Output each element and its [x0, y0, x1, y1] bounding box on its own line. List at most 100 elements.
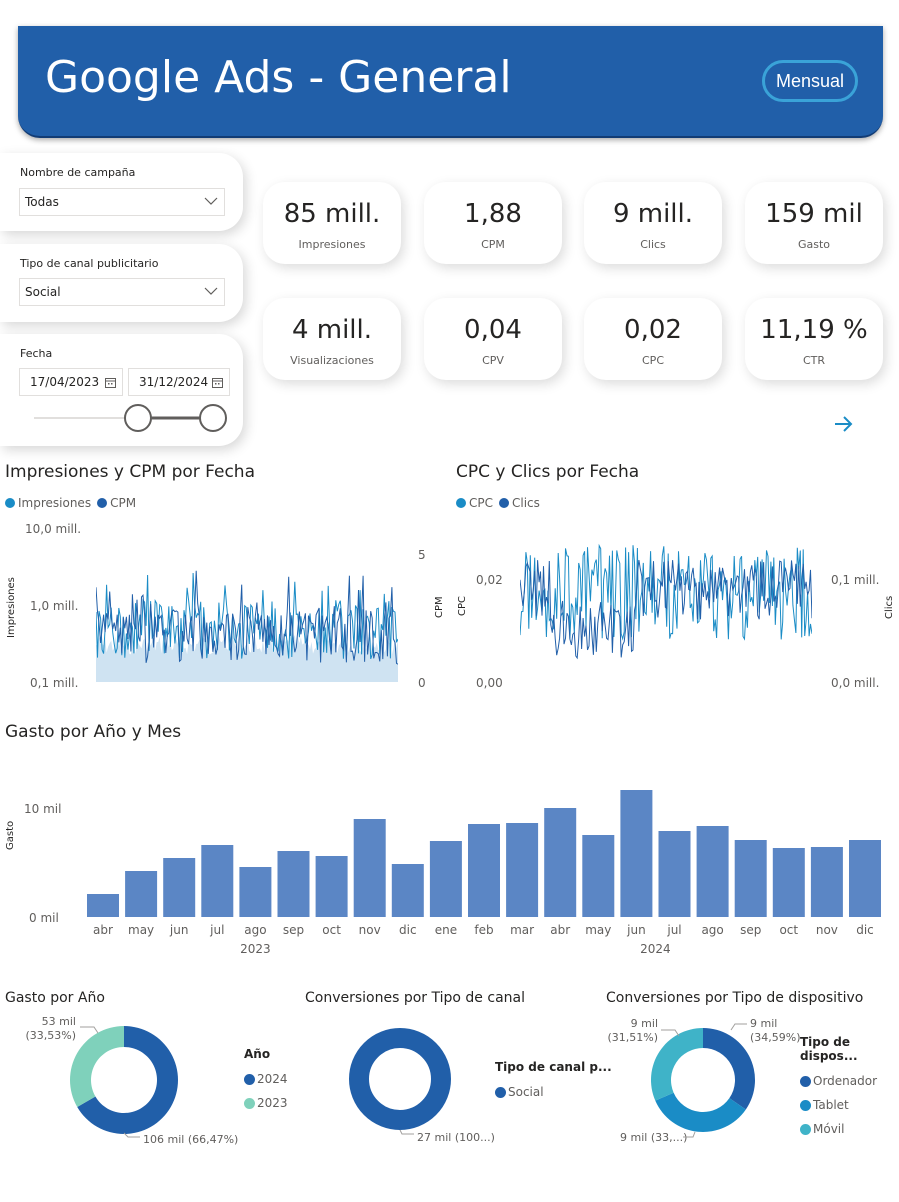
bar[interactable]	[772, 848, 805, 917]
kpi-label: Impresiones	[298, 238, 366, 251]
legend-item-social[interactable]: Social	[495, 1080, 612, 1104]
legend-item-mobile[interactable]: Móvil	[800, 1117, 899, 1141]
slider-end-handle[interactable]	[199, 404, 227, 432]
legend-label: Social	[508, 1085, 544, 1099]
y-tick: 0 mil	[29, 911, 59, 925]
leader-line	[80, 1026, 99, 1034]
legend-item-cpc[interactable]: CPC	[456, 496, 493, 510]
bar[interactable]	[506, 823, 539, 917]
kpi-value: 0,02	[624, 315, 682, 345]
kpi-label: CPC	[642, 354, 664, 367]
bar[interactable]	[163, 858, 196, 917]
bar[interactable]	[468, 824, 500, 917]
y-axis-title: Gasto	[5, 820, 16, 850]
y-right-tick: 0	[418, 676, 426, 690]
spend-bar-chart: abr may jun jul ago sep oct nov dic ene feb mar abr m…	[87, 790, 881, 956]
campaign-dropdown-value: Todas	[25, 195, 59, 209]
end-date-value: 31/12/2024	[139, 375, 209, 389]
legend-dot	[499, 498, 509, 508]
kpi-value: 0,04	[464, 315, 522, 345]
legend-dot	[800, 1123, 811, 1135]
legend-label: CPC	[469, 496, 493, 510]
y-left-tick: 0,00	[476, 676, 503, 690]
bar[interactable]	[277, 851, 310, 917]
arrow-right-icon[interactable]	[832, 413, 854, 435]
donut-slice[interactable]	[651, 1028, 703, 1101]
date-range-slider[interactable]	[30, 404, 230, 434]
device-legend: Tipo de dispos... Ordenador Tablet Móvil	[800, 1035, 899, 1141]
bar[interactable]	[391, 864, 424, 917]
legend-item-cpm[interactable]: CPM	[97, 496, 136, 510]
x-tick-label: sep	[740, 923, 761, 937]
legend-item-desktop[interactable]: Ordenador	[800, 1069, 899, 1093]
x-tick-label: jul	[666, 923, 681, 937]
y-right-tick: 5	[418, 548, 426, 562]
date-filter-card: Fecha 17/04/2023 31/12/2024	[0, 334, 243, 446]
leader-line	[661, 1029, 680, 1037]
bar[interactable]	[696, 826, 729, 917]
channel-dropdown-value: Social	[25, 285, 61, 299]
chevron-down-icon	[204, 287, 218, 295]
slice-data-label: 53 mil	[42, 1015, 76, 1028]
channel-filter-label: Tipo de canal publicitario	[20, 257, 159, 270]
channel-filter-card: Tipo de canal publicitario Social	[0, 244, 243, 322]
bar[interactable]	[429, 841, 462, 917]
legend-item-clicks[interactable]: Clics	[499, 496, 540, 510]
spend-chart-title: Gasto por Año y Mes	[5, 722, 182, 742]
bar[interactable]	[658, 831, 691, 917]
year-legend: Año 2024 2023	[244, 1047, 288, 1115]
legend-item-tablet[interactable]: Tablet	[800, 1093, 899, 1117]
start-date-value: 17/04/2023	[30, 375, 100, 389]
kpi-ctr: 11,19 % CTR	[745, 298, 883, 380]
bar[interactable]	[544, 808, 577, 917]
bar[interactable]	[620, 790, 653, 917]
donut-slice[interactable]	[703, 1028, 755, 1110]
slider-start-handle[interactable]	[124, 404, 152, 432]
kpi-label: Visualizaciones	[290, 354, 374, 367]
y-left-axis-title: CPC	[457, 596, 468, 616]
page-header: Google Ads - General Mensual	[18, 26, 883, 138]
start-date-input[interactable]: 17/04/2023	[19, 368, 123, 396]
legend-item-2024[interactable]: 2024	[244, 1067, 288, 1091]
legend-title: Tipo de dispos...	[800, 1035, 858, 1063]
monthly-button[interactable]: Mensual	[762, 60, 858, 102]
year-label: 2023	[240, 942, 271, 956]
x-tick-label: ene	[435, 923, 457, 937]
bar[interactable]	[734, 840, 767, 917]
bar[interactable]	[315, 856, 348, 917]
kpi-value: 159 mil	[765, 199, 863, 229]
channel-dropdown[interactable]: Social	[19, 278, 225, 306]
bar[interactable]	[810, 847, 843, 917]
bar[interactable]	[239, 867, 272, 917]
campaign-dropdown[interactable]: Todas	[19, 188, 225, 216]
bar[interactable]	[582, 835, 615, 917]
bar[interactable]	[353, 819, 386, 917]
donut-slice[interactable]	[70, 1026, 124, 1107]
kpi-cpm: 1,88 CPM	[424, 182, 562, 264]
kpi-value: 9 mill.	[612, 199, 694, 229]
bar[interactable]	[201, 845, 234, 917]
legend-item-2023[interactable]: 2023	[244, 1091, 288, 1115]
slice-data-label: 9 mil (33,...)	[620, 1131, 687, 1144]
legend-title: Año	[244, 1047, 271, 1061]
conversions-device-title: Conversiones por Tipo de dispositivo	[606, 990, 864, 1006]
bar[interactable]	[87, 894, 119, 917]
bar[interactable]	[849, 840, 881, 917]
x-tick-label: ago	[701, 923, 723, 937]
end-date-input[interactable]: 31/12/2024	[128, 368, 230, 396]
x-tick-label: jul	[209, 923, 224, 937]
cpc-chart-legend: CPC Clics	[456, 496, 546, 510]
legend-item-impressions[interactable]: Impresiones	[5, 496, 91, 510]
legend-label: Móvil	[813, 1122, 845, 1136]
kpi-value: 4 mill.	[291, 315, 373, 345]
donut-slice[interactable]	[349, 1028, 451, 1130]
x-tick-label: nov	[359, 923, 381, 937]
kpi-label: CPV	[482, 354, 504, 367]
chevron-down-icon	[204, 197, 218, 205]
legend-dot	[97, 498, 108, 508]
bar[interactable]	[125, 871, 158, 917]
slice-data-label: 9 mil	[750, 1017, 777, 1030]
legend-dot	[456, 498, 466, 508]
campaign-filter-label: Nombre de campaña	[20, 166, 136, 179]
kpi-value: 1,88	[464, 199, 522, 229]
